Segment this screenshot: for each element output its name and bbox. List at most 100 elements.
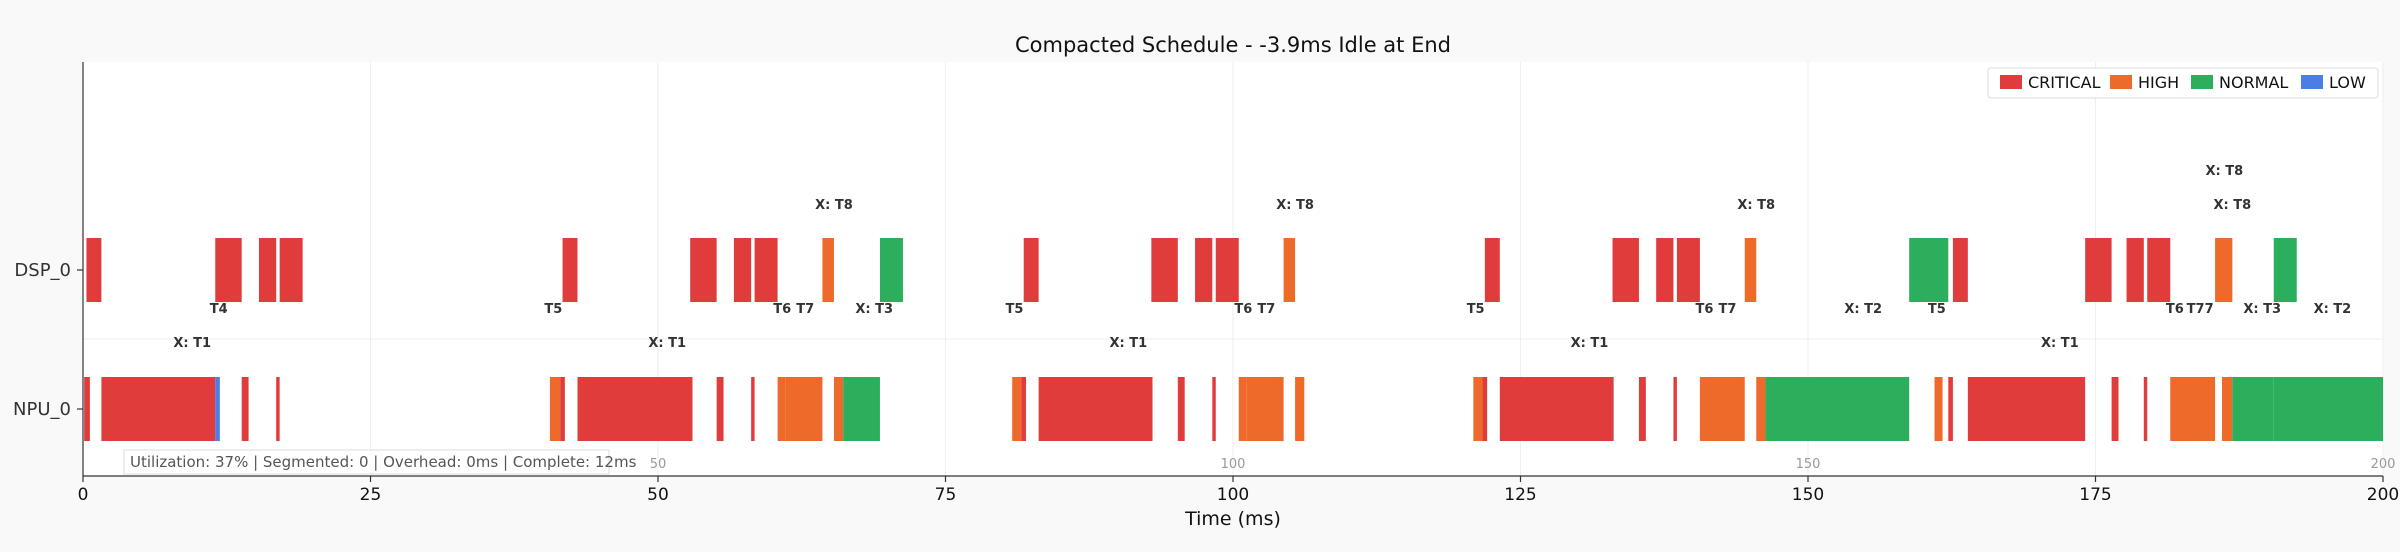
task-bar bbox=[1215, 238, 1239, 302]
task-bar bbox=[1482, 377, 1488, 441]
task-bar bbox=[1023, 238, 1039, 302]
info-text: Utilization: 37% | Segmented: 0 | Overhe… bbox=[130, 453, 637, 471]
task-bar bbox=[215, 238, 242, 302]
task-label: X: T1 bbox=[1571, 336, 1609, 351]
task-bar bbox=[2085, 238, 2112, 302]
task-bar bbox=[733, 238, 752, 302]
chart-title: Compacted Schedule - -3.9ms Idle at End bbox=[1015, 33, 1451, 57]
task-label: T77 bbox=[2187, 302, 2214, 317]
task-bar bbox=[279, 238, 303, 302]
task-bar bbox=[822, 238, 834, 302]
task-bar bbox=[751, 377, 755, 441]
legend-label: NORMAL bbox=[2219, 73, 2288, 92]
task-bar bbox=[562, 238, 578, 302]
x-tick-label: 175 bbox=[2079, 485, 2111, 505]
legend-label: CRITICAL bbox=[2028, 73, 2101, 92]
task-bar bbox=[1744, 238, 1757, 302]
task-label: X: T3 bbox=[2243, 302, 2281, 317]
task-label: X: T1 bbox=[173, 336, 211, 351]
task-bar bbox=[777, 377, 786, 441]
task-label: T7 bbox=[1719, 302, 1737, 317]
task-bar bbox=[1238, 377, 1247, 441]
task-bar bbox=[1151, 238, 1178, 302]
task-bar bbox=[785, 377, 823, 441]
task-label: T5 bbox=[544, 302, 562, 317]
legend-swatch bbox=[2000, 75, 2022, 89]
secondary-tick-label: 100 bbox=[1221, 457, 1246, 472]
task-bar bbox=[843, 377, 880, 441]
task-bar bbox=[1283, 238, 1296, 302]
task-label: T6 bbox=[2166, 302, 2184, 317]
x-tick-label: 75 bbox=[935, 485, 957, 505]
task-bar bbox=[1952, 238, 1968, 302]
task-bar bbox=[1673, 377, 1677, 441]
task-bar bbox=[1195, 238, 1213, 302]
task-bar bbox=[1473, 377, 1483, 441]
task-bar bbox=[1676, 238, 1700, 302]
task-bar bbox=[2147, 238, 2171, 302]
y-tick-label: NPU_0 bbox=[13, 399, 71, 420]
task-bar bbox=[1638, 377, 1646, 441]
task-bar bbox=[1656, 238, 1674, 302]
task-bar bbox=[1765, 377, 1910, 441]
task-bar bbox=[1012, 377, 1022, 441]
task-bar bbox=[2111, 377, 2119, 441]
task-bar bbox=[2232, 377, 2274, 441]
task-label: X: T8 bbox=[815, 198, 853, 213]
legend-swatch bbox=[2110, 75, 2132, 89]
task-bar bbox=[2215, 238, 2233, 302]
task-bar bbox=[2170, 377, 2216, 441]
task-bar bbox=[2273, 238, 2297, 302]
task-bar bbox=[879, 238, 903, 302]
task-label: T5 bbox=[1006, 302, 1024, 317]
task-bar bbox=[1038, 377, 1153, 441]
task-label: T7 bbox=[796, 302, 814, 317]
task-label: T7 bbox=[1257, 302, 1275, 317]
task-label: X: T8 bbox=[2205, 164, 2243, 179]
task-bar bbox=[754, 238, 778, 302]
task-bar bbox=[560, 377, 565, 441]
legend: CRITICAL HIGH NORMAL LOW bbox=[1987, 67, 2379, 99]
task-bar bbox=[1934, 377, 1943, 441]
task-label: T6 bbox=[1696, 302, 1714, 317]
task-bar bbox=[2143, 377, 2148, 441]
task-label: X: T8 bbox=[1737, 198, 1775, 213]
legend-label: HIGH bbox=[2138, 73, 2179, 92]
x-tick-label: 0 bbox=[78, 485, 89, 505]
x-tick-label: 200 bbox=[2367, 485, 2399, 505]
task-label: T4 bbox=[210, 302, 228, 317]
task-label: X: T8 bbox=[1276, 198, 1314, 213]
task-bar bbox=[1948, 377, 1953, 441]
secondary-tick-label: 200 bbox=[2371, 457, 2396, 472]
task-bar bbox=[577, 377, 693, 441]
task-label: X: T1 bbox=[2041, 336, 2079, 351]
task-bar bbox=[1612, 238, 1639, 302]
task-label: T6 bbox=[1234, 302, 1252, 317]
x-tick-label: 100 bbox=[1217, 485, 1249, 505]
info-box: Utilization: 37% | Segmented: 0 | Overhe… bbox=[123, 449, 637, 475]
y-tick-label: DSP_0 bbox=[14, 260, 71, 281]
task-label: T5 bbox=[1928, 302, 1946, 317]
task-bar bbox=[833, 377, 844, 441]
legend-swatch bbox=[2301, 75, 2323, 89]
task-bar bbox=[215, 377, 220, 441]
task-label: X: T2 bbox=[1844, 302, 1882, 317]
task-bar bbox=[2126, 238, 2144, 302]
task-bar bbox=[86, 238, 102, 302]
task-bar bbox=[1967, 377, 2086, 441]
task-bar bbox=[1021, 377, 1026, 441]
legend-label: LOW bbox=[2329, 73, 2366, 92]
task-bar bbox=[276, 377, 280, 441]
task-bar bbox=[1499, 377, 1614, 441]
task-bar bbox=[258, 238, 277, 302]
task-label: X: T3 bbox=[855, 302, 893, 317]
task-bar bbox=[1484, 238, 1500, 302]
task-bar bbox=[1295, 377, 1305, 441]
gantt-chart: Compacted Schedule - -3.9ms Idle at End … bbox=[13, 33, 2399, 530]
task-label: X: T1 bbox=[648, 336, 686, 351]
task-bar bbox=[1212, 377, 1216, 441]
task-bar bbox=[549, 377, 561, 441]
task-bar bbox=[1177, 377, 1185, 441]
task-label: T5 bbox=[1467, 302, 1485, 317]
task-label: T6 bbox=[773, 302, 791, 317]
